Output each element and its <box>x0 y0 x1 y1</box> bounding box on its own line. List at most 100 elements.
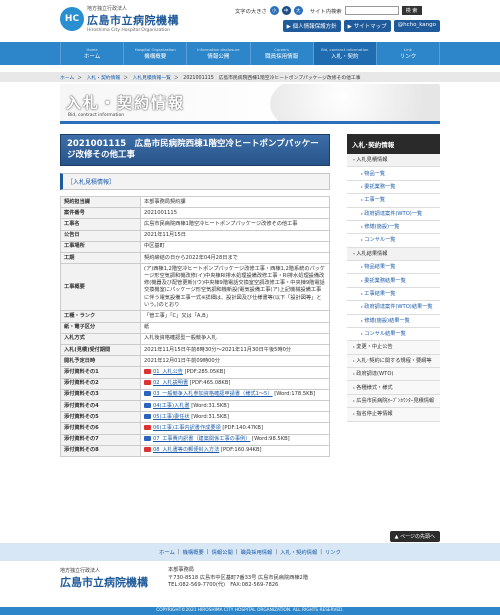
table-row: 入札方式 入札後資格確認型一般競争入札 <box>60 332 330 346</box>
row-value: 2021年11月15日 <box>140 229 330 242</box>
word-file-icon <box>144 391 151 397</box>
sidebar-item[interactable]: 委託業務一覧 <box>347 181 440 195</box>
row-value: 08_入札書等の郵便封入方法 [PDF:160.94KB] <box>140 444 330 458</box>
attachment-row: 添付資料その7 07_工事費内訳書（建築関係工事の事例） [Word:98.5KB… <box>60 433 330 446</box>
sidebar-item[interactable]: 広島市民病院ｵｰﾌﾟﾝｶｳﾝﾀｰ見積情報 <box>347 394 440 409</box>
footer-phone: TEL:082-569-7700(代) FAX:082-569-7826 <box>168 582 279 588</box>
font-size-label: 文字の大きさ <box>235 8 267 15</box>
font-size-large-button[interactable]: 大 <box>293 6 303 15</box>
gnav-label: 情報公開 <box>207 54 230 60</box>
attachment-link[interactable]: 06(工事)工事内訳書作成要領 <box>153 425 221 431</box>
sidebar-item[interactable]: 修繕(施設)一覧 <box>347 221 440 235</box>
footer-nav: ホーム | 機構概要 | 情報公開 | 職員採用情報 | 入札・契約情報 | リンク <box>0 543 500 561</box>
gnav-label: 入札・契約 <box>331 54 359 60</box>
sidebar-item[interactable]: 入札･契約に関する規程・要綱等 <box>347 354 440 368</box>
footer-link-bid[interactable]: 入札・契約情報 <box>280 548 317 556</box>
table-row: 工事概要 (ア)西棟1,2階空冷ヒートポンプパッケージ改修工事・西棟1,2階系統の… <box>60 263 330 312</box>
footer-link-organization[interactable]: 機構概要 <box>183 548 204 556</box>
sitemap-button[interactable]: ▶ サイトマップ <box>343 20 391 32</box>
attachment-meta: [Word:98.5KB] <box>252 436 290 443</box>
gnav-careers[interactable]: Careers 職員採用情報 <box>249 42 313 65</box>
font-size-medium-button[interactable]: 中 <box>281 6 291 15</box>
gnav-organization[interactable]: Hospital Organization 機構概要 <box>123 42 186 65</box>
sidebar-item[interactable]: 各種様式・様式 <box>347 381 440 395</box>
site-logo[interactable]: HC 地方独立行政法人 広島市立病院機構 Hiroshima City Hosp… <box>60 5 179 33</box>
table-row: 工種・ランク 「管工事」「C」又は「A,B」 <box>60 310 330 323</box>
bid-info-table: 契約担当課 本部事務局契約課 案件番号 2021001115 工事名 広島市民病院西棟1階… <box>60 195 330 458</box>
attachment-row: 添付資料その8 08_入札書等の郵便封入方法 [PDF:160.94KB] <box>60 444 330 458</box>
banner-title: 入札・契約情報 <box>66 94 186 112</box>
sidebar-item[interactable]: 入札結果情報 <box>347 247 440 261</box>
row-value: 02_入札説明書 [PDF:465.08KB] <box>140 377 330 390</box>
sidebar-item[interactable]: 修繕(施設)結果一覧 <box>347 315 440 328</box>
attachment-link[interactable]: 02_入札説明書 <box>153 380 188 386</box>
gnav-link[interactable]: Link リンク <box>375 42 441 65</box>
row-label: 契約担当課 <box>60 195 141 209</box>
search-button[interactable]: 検 索 <box>401 6 422 15</box>
footer-link-careers[interactable]: 職員採用情報 <box>241 548 273 556</box>
row-label: 紙・電子区分 <box>60 321 141 334</box>
sidebar-item[interactable]: 物品一覧 <box>347 167 440 181</box>
attachment-link[interactable]: 05(工事)委任状 <box>153 414 190 420</box>
twitter-button[interactable]: @hcho_kango <box>393 20 440 32</box>
gnav-home[interactable]: Home ホーム <box>60 42 123 65</box>
sidebar-item[interactable]: 政府調達案件(WTO)結果一覧 <box>347 301 440 315</box>
gnav-disclosure[interactable]: Information disclosure 情報公開 <box>186 42 249 65</box>
search-label: サイト内検索 <box>309 8 342 15</box>
attachment-row: 添付資料その4 04(工事)入札書 [Word:31.5KB] <box>60 400 330 413</box>
breadcrumb-list[interactable]: 入札見積情報一覧 <box>133 76 171 81</box>
sidebar-item[interactable]: 工事結果一覧 <box>347 288 440 302</box>
row-value: 2021001115 <box>140 207 330 220</box>
sidebar-item[interactable]: 入札見積情報 <box>347 154 440 168</box>
row-label: 添付資料その2 <box>60 377 141 390</box>
footer-link-disclosure[interactable]: 情報公開 <box>212 548 233 556</box>
row-value: 入札後資格確認型一般競争入札 <box>140 332 330 346</box>
footer-link-home[interactable]: ホーム <box>159 548 175 556</box>
privacy-policy-button[interactable]: ▶ 個人情報保護方針 <box>282 20 341 32</box>
word-file-icon <box>144 413 151 419</box>
footer-address: 本部事務局 〒730-8518 広島市中区基町7番33号 広島市民病院西棟2階 … <box>168 567 308 590</box>
attachment-link[interactable]: 08_入札書等の郵便封入方法 <box>153 447 219 453</box>
sidebar-item[interactable]: 工事一覧 <box>347 194 440 208</box>
attachment-link[interactable]: 04(工事)入札書 <box>153 403 190 409</box>
row-value: 広島市民病院西棟1階空冷ヒートポンプパッケージ改修その他工事 <box>140 218 330 231</box>
row-label: 添付資料その7 <box>60 433 141 446</box>
attachment-link[interactable]: 01_入札公告 <box>153 369 183 375</box>
sidebar-item[interactable]: コンサル一覧 <box>347 234 440 248</box>
row-value: 04(工事)入札書 [Word:31.5KB] <box>140 400 330 413</box>
sidebar-item[interactable]: 委託業務結果一覧 <box>347 274 440 288</box>
font-size-small-button[interactable]: 小 <box>269 6 279 15</box>
footer-link-link[interactable]: リンク <box>325 548 341 556</box>
sidebar-item[interactable]: 政府調達(WTO) <box>347 368 440 382</box>
attachment-link[interactable]: 07_工事費内訳書（建築関係工事の事例） <box>153 436 250 442</box>
breadcrumb: ホーム＞ 入札・契約情報＞ 入札見積情報一覧＞ 2021001115 広島市民病… <box>0 72 500 82</box>
row-value: 03_一般競争入札参加資格確認申請書（様式1～5） [Word:178.5KB] <box>140 388 330 402</box>
attachment-row: 添付資料その2 02_入札説明書 [PDF:465.08KB] <box>60 377 330 390</box>
row-value: 中区基町 <box>140 240 330 254</box>
search-input[interactable] <box>344 6 399 15</box>
utility-bar: 文字の大きさ 小 中 大 サイト内検索 検 索 ▶ 個人情報保護方針 ▶ サイト… <box>235 6 440 32</box>
gnav-label: 職員採用情報 <box>265 54 299 60</box>
sidebar: 入札･契約情報 入札見積情報物品一覧委託業務一覧工事一覧政府調達案件(WTO)一… <box>347 134 440 422</box>
sidebar-item[interactable]: 物品結果一覧 <box>347 261 440 275</box>
sidebar-item[interactable]: 指名停止等情報 <box>347 408 440 422</box>
table-row: 紙・電子区分紙 <box>60 321 330 334</box>
sidebar-item[interactable]: コンサル結果一覧 <box>347 328 440 342</box>
row-value: 2021年11月15日午前8時30分～2021年11月30日午後5時0分 <box>140 344 330 357</box>
sidebar-item[interactable]: 変更・中止公告 <box>347 341 440 355</box>
sidebar-item[interactable]: 政府調達案件(WTO)一覧 <box>347 208 440 221</box>
pdf-file-icon <box>144 368 151 374</box>
site-name: 広島市立病院機構 <box>87 14 179 27</box>
attachment-meta: [PDF:160.94KB] <box>220 447 262 454</box>
gnav-bid[interactable]: Bid, contract information 入札・契約 <box>312 42 376 65</box>
site-header: HC 地方独立行政法人 広島市立病院機構 Hiroshima City Hosp… <box>0 0 500 40</box>
row-label: 工種・ランク <box>60 310 141 323</box>
breadcrumb-home[interactable]: ホーム <box>60 76 74 81</box>
page-top-button[interactable]: ▲ ページの先頭へ <box>389 531 440 542</box>
copyright: COPYRIGHT©2021 HIROSHIMA CITY HOSPITAL O… <box>0 607 500 615</box>
logo-mark-icon: HC <box>60 7 84 31</box>
breadcrumb-bid[interactable]: 入札・契約情報 <box>87 76 121 81</box>
table-row: 工事場所 中区基町 <box>60 240 330 254</box>
attachment-link[interactable]: 03_一般競争入札参加資格確認申請書（様式1～5） <box>153 391 273 397</box>
breadcrumb-current: 2021001115 広島市民病院西棟1階空冷ヒートポンプパッケージ改修その他工… <box>183 76 361 81</box>
